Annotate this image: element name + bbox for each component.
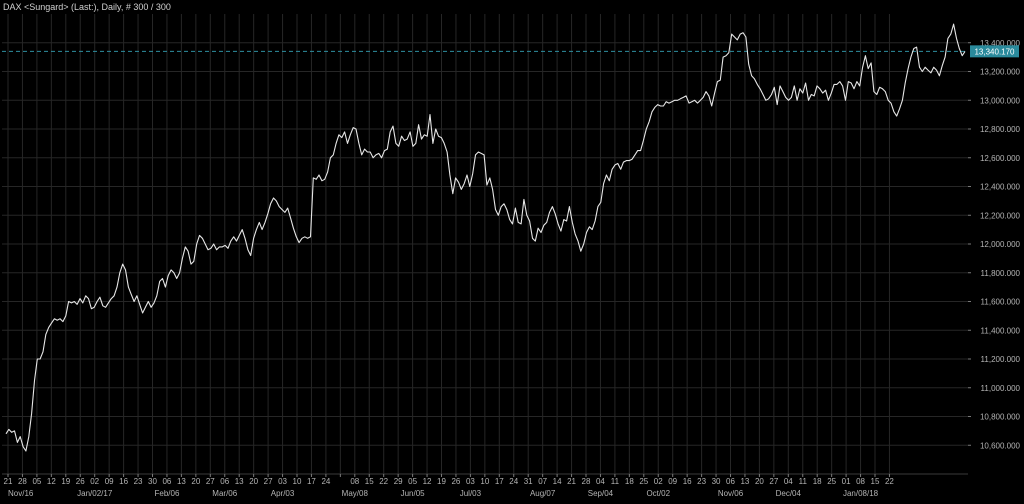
y-tick-label: 12,800.000	[980, 125, 1021, 134]
x-tick-label: 08	[856, 477, 865, 486]
y-tick-label: 13,200.000	[980, 68, 1021, 77]
x-tick-label: 18	[813, 477, 822, 486]
x-tick-label: 09	[105, 477, 114, 486]
x-tick-label: 07	[538, 477, 547, 486]
x-tick-label: 18	[625, 477, 634, 486]
x-tick-label: 03	[278, 477, 287, 486]
x-month-label: Jan/08/18	[843, 489, 879, 498]
x-tick-label: 06	[220, 477, 229, 486]
x-tick-label: 28	[582, 477, 591, 486]
x-tick-label: 20	[755, 477, 764, 486]
x-month-label: May/08	[342, 489, 369, 498]
x-month-label: Jul/03	[460, 489, 482, 498]
x-tick-label: 13	[740, 477, 749, 486]
x-tick-label: 24	[321, 477, 330, 486]
x-tick-label: 13	[177, 477, 186, 486]
x-tick-label: 26	[76, 477, 85, 486]
x-tick-label: 25	[827, 477, 836, 486]
x-tick-label: 20	[249, 477, 258, 486]
x-tick-label: 23	[134, 477, 143, 486]
grid-lines	[2, 14, 968, 474]
x-tick-label: 11	[799, 477, 808, 486]
x-tick-label: 01	[842, 477, 851, 486]
y-tick-label: 11,800.000	[981, 269, 1021, 278]
x-tick-label: 13	[235, 477, 244, 486]
x-tick-label: 04	[596, 477, 605, 486]
x-tick-label: 31	[524, 477, 533, 486]
x-tick-label: 06	[162, 477, 171, 486]
x-month-label: Aug/07	[530, 489, 556, 498]
x-tick-label: 12	[47, 477, 56, 486]
x-tick-label: 12	[423, 477, 432, 486]
x-tick-label: 30	[148, 477, 157, 486]
x-month-label: Oct/02	[646, 489, 670, 498]
x-month-label: Mar/06	[212, 489, 237, 498]
x-tick-label: 20	[191, 477, 200, 486]
x-tick-label: 30	[712, 477, 721, 486]
y-tick-label: 10,800.000	[980, 413, 1021, 422]
x-tick-label: 10	[480, 477, 489, 486]
x-month-label: Sep/04	[588, 489, 614, 498]
y-tick-label: 11,600.000	[981, 298, 1021, 307]
x-month-label: Jun/05	[401, 489, 426, 498]
x-tick-label: 24	[509, 477, 518, 486]
x-tick-label: 06	[726, 477, 735, 486]
x-tick-label: 19	[61, 477, 70, 486]
x-tick-label: 05	[408, 477, 417, 486]
x-tick-label: 19	[437, 477, 446, 486]
y-tick-label: 12,000.000	[980, 240, 1021, 249]
y-tick-label: 12,200.000	[980, 211, 1021, 220]
last-value-label: 13,340.170	[974, 47, 1015, 56]
price-series	[5, 23, 966, 452]
x-tick-label: 15	[871, 477, 880, 486]
y-tick-label: 12,400.000	[980, 183, 1021, 192]
x-tick-label: 05	[32, 477, 41, 486]
x-month-label: Apr/03	[271, 489, 295, 498]
x-tick-label: 27	[769, 477, 778, 486]
x-tick-label: 02	[90, 477, 99, 486]
x-tick-label: 09	[668, 477, 677, 486]
x-tick-label: 02	[654, 477, 663, 486]
x-tick-label: 25	[639, 477, 648, 486]
y-tick-label: 12,600.000	[980, 154, 1021, 163]
x-month-label: Dec/04	[776, 489, 802, 498]
y-tick-label: 11,400.000	[981, 326, 1021, 335]
x-month-label: Nov/06	[718, 489, 744, 498]
dax-price-line	[5, 23, 966, 452]
x-tick-label: 16	[119, 477, 128, 486]
x-tick-label: 27	[206, 477, 215, 486]
x-axis-ticks: 21 28 05 12 19 26 02 09 16 23 30 06 13 20 27 06 13 20 27 03…	[2, 473, 968, 498]
x-tick-label: 28	[18, 477, 27, 486]
x-tick-label: 21	[4, 477, 13, 486]
x-month-label: Feb/06	[154, 489, 179, 498]
x-tick-label: 10	[293, 477, 302, 486]
x-month-label: Jan/02/17	[77, 489, 113, 498]
y-tick-label: 10,600.000	[980, 441, 1021, 450]
x-tick-label: 03	[466, 477, 475, 486]
x-tick-label: 17	[495, 477, 504, 486]
x-tick-label: 16	[683, 477, 692, 486]
x-tick-label: 17	[307, 477, 316, 486]
x-tick-label: 29	[394, 477, 403, 486]
last-value-badge-group: 13,340.170	[970, 45, 1019, 58]
x-tick-label: 11	[611, 477, 620, 486]
x-tick-label: 15	[365, 477, 374, 486]
y-axis-ticks: 10,600.000 10,800.000 11,000.000 11,200.000…	[968, 39, 1021, 450]
x-tick-label: 26	[451, 477, 460, 486]
x-tick-label: 22	[885, 477, 894, 486]
x-tick-label: 22	[379, 477, 388, 486]
y-tick-label: 11,000.000	[981, 384, 1021, 393]
x-tick-label: 23	[697, 477, 706, 486]
x-tick-label: 21	[567, 477, 576, 486]
x-tick-label: 14	[553, 477, 562, 486]
x-month-label: Nov/16	[8, 489, 34, 498]
dax-line-chart: 10,600.000 10,800.000 11,000.000 11,200.000…	[2, 14, 1021, 498]
y-tick-label: 11,200.000	[981, 355, 1021, 364]
x-tick-label: 27	[264, 477, 273, 486]
x-tick-label: 08	[350, 477, 359, 486]
y-tick-label: 13,000.000	[980, 96, 1021, 105]
x-tick-label: 04	[784, 477, 793, 486]
